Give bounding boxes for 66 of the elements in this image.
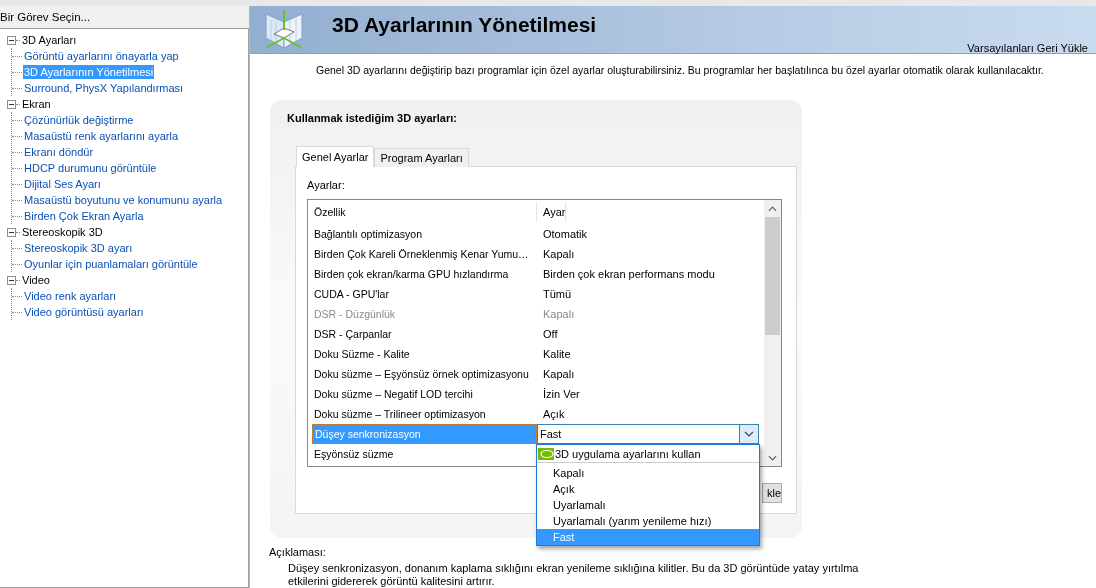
tree-category[interactable]: 3D Ayarları — [22, 34, 77, 46]
tree-category[interactable]: Stereoskopik 3D — [22, 226, 103, 238]
column-header[interactable]: Ayar — [537, 202, 567, 222]
partial-button[interactable]: kle — [762, 483, 782, 503]
tree-item[interactable]: Ekranı döndür — [23, 145, 95, 159]
caret-icon — [739, 425, 758, 443]
scroll-thumb[interactable] — [765, 217, 780, 335]
tree-category[interactable]: Video — [22, 274, 50, 286]
pane-title: Bir Görev Seçin... — [0, 10, 92, 25]
setting-name[interactable]: Doku süzme – Negatif LOD tercihi — [308, 384, 537, 404]
collapse-icon[interactable] — [7, 35, 16, 45]
tree-item[interactable]: HDCP durumunu görüntüle — [23, 161, 158, 175]
setting-name[interactable]: Doku Süzme - Kalite — [308, 344, 537, 364]
setting-dropdown[interactable]: Fast — [537, 424, 759, 444]
collapse-icon[interactable] — [7, 227, 16, 237]
intro-text: Genel 3D ayarlarını değiştirip bazı programlar için özel ayarlar oluşturabilirsiniz. Bu programlar her başlatılınca bu özel ayarlar otomatik olarak kullanılacaktır. — [315, 63, 1045, 76]
settings-label: Ayarlar: — [307, 179, 346, 193]
tree-category[interactable]: Ekran — [22, 98, 51, 110]
setting-name[interactable]: Doku süzme – Eşyönsüz örnek optimizasyonu — [308, 364, 537, 384]
tab[interactable]: Program Ayarları — [374, 148, 469, 167]
tree-item[interactable]: Surround, PhysX Yapılandırması — [23, 81, 185, 95]
tree-item[interactable]: Oyunlar için puanlamaları görüntüle — [23, 257, 199, 271]
section-title: Kullanmak istediğim 3D ayarları: — [287, 112, 458, 124]
setting-value: Kalite — [542, 347, 571, 362]
dropdown-option[interactable]: Uyarlamalı — [537, 497, 759, 513]
scroll-up-icon[interactable] — [768, 206, 777, 212]
setting-value: Off — [542, 327, 558, 342]
setting-name[interactable]: Doku süzme – Trilineer optimizasyon — [308, 404, 537, 424]
3d-grid-icon — [262, 8, 306, 52]
tree-item[interactable]: Masaüstü renk ayarlarını ayarla — [23, 129, 180, 143]
setting-value: Tümü — [542, 287, 572, 302]
collapse-icon[interactable] — [7, 275, 16, 285]
description-text: Düşey senkronizasyon, donanım kaplama sıklığını ekran yenileme sıklığına kilitler. Bu da 3D görüntüde yatay yırtılma etkilerini gidererek görüntü kalitesini artırır. — [288, 562, 860, 588]
setting-value: Kapalı — [542, 367, 575, 382]
collapse-icon[interactable] — [7, 99, 16, 109]
setting-name[interactable]: Eşyönsüz süzme — [308, 444, 537, 464]
tree-item[interactable]: Stereoskopik 3D ayarı — [23, 241, 134, 255]
setting-name[interactable]: Birden Çok Kareli Örneklenmiş Kenar Yumu… — [308, 244, 537, 264]
setting-value: Birden çok ekran performans modu — [542, 267, 715, 282]
dropdown-option[interactable]: Kapalı — [537, 465, 759, 481]
dropdown-option[interactable]: 3D uygulama ayarlarını kullan — [537, 445, 759, 463]
page-title: 3D Ayarlarının Yönetilmesi — [331, 13, 598, 37]
tree-item[interactable]: Video renk ayarları — [23, 289, 118, 303]
setting-value: Otomatik — [542, 227, 587, 242]
tree-item[interactable]: Dijital Ses Ayarı — [23, 177, 102, 191]
setting-value: Kapalı — [542, 307, 575, 322]
setting-name[interactable]: Birden çok ekran/karma GPU hızlandırma — [308, 264, 537, 284]
setting-name[interactable]: Bağlantılı optimizasyon — [308, 224, 537, 244]
tree-item[interactable]: Birden Çok Ekran Ayarla — [23, 209, 145, 223]
tree-item[interactable]: Video görüntüsü ayarları — [23, 305, 145, 319]
tree-item[interactable]: Masaüstü boyutunu ve konumunu ayarla — [23, 193, 224, 207]
setting-name[interactable]: CUDA - GPU'lar — [308, 284, 537, 304]
scrollbar[interactable] — [764, 200, 781, 466]
tab[interactable]: Genel Ayarlar — [296, 146, 375, 167]
scroll-down-icon[interactable] — [768, 455, 777, 461]
column-header[interactable]: Özellik — [308, 202, 537, 222]
tree-item[interactable]: Çözünürlük değiştirme — [23, 113, 135, 127]
setting-name[interactable]: DSR - Çarpanlar — [308, 324, 537, 344]
setting-value: Açık — [542, 407, 565, 422]
description-label: Açıklaması: — [269, 546, 327, 558]
tree-item[interactable]: Görüntü ayarlarını önayarla yap — [23, 49, 180, 63]
dropdown-option[interactable]: Uyarlamalı (yarım yenileme hızı) — [537, 513, 759, 529]
dropdown-option[interactable]: Açık — [537, 481, 759, 497]
restore-defaults-link[interactable]: Varsayılanları Geri Yükle — [967, 42, 1088, 54]
setting-value: İzin Ver — [542, 387, 580, 402]
setting-value: Kapalı — [542, 247, 575, 262]
